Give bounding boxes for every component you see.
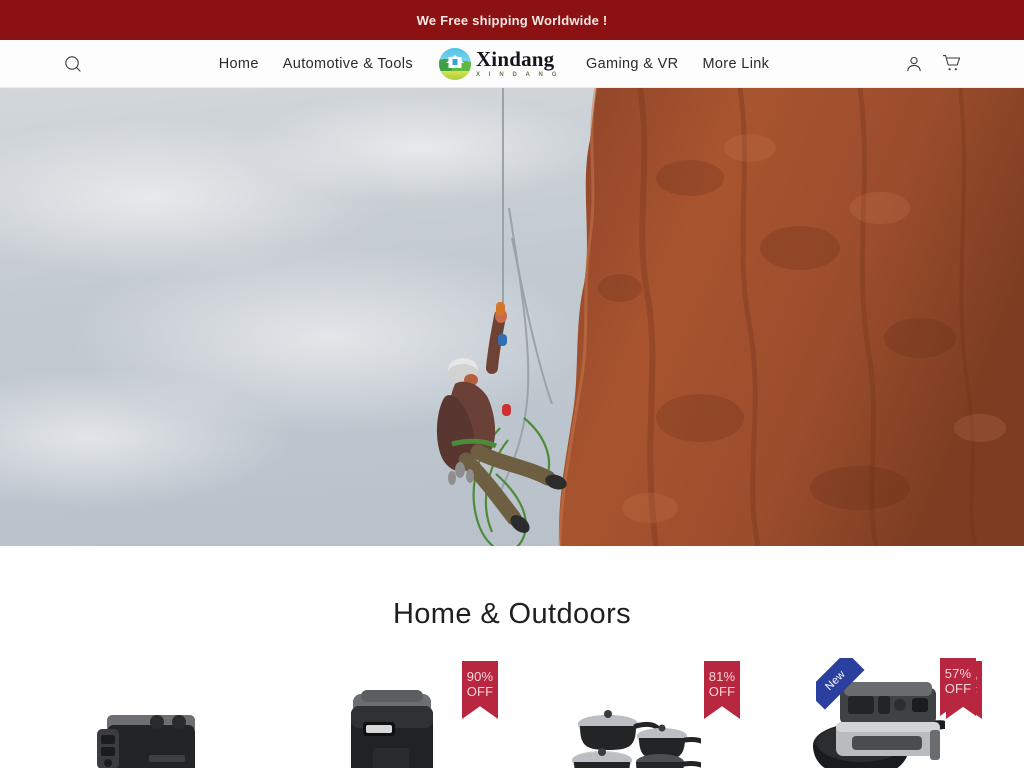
cookware-set-image: [558, 665, 708, 768]
announcement-bar: We Free shipping Worldwide !: [0, 0, 1024, 40]
product-card[interactable]: 90% OFF: [270, 661, 512, 768]
product-card[interactable]: [28, 661, 270, 768]
discount-badge: 57% OFF: [940, 658, 976, 716]
hero-banner[interactable]: [0, 88, 1024, 546]
header-actions: [902, 52, 964, 76]
discount-label: OFF: [708, 684, 736, 699]
discount-badge: 81% OFF: [704, 661, 740, 719]
discount-percent: 57%: [944, 666, 972, 681]
nav-item-more-link[interactable]: More Link: [690, 56, 781, 72]
account-icon[interactable]: [902, 52, 926, 76]
product-card[interactable]: 81% OFF: [512, 661, 754, 768]
discount-percent: 90%: [466, 669, 494, 684]
house-landscape-badge-icon: [438, 47, 471, 80]
cart-icon[interactable]: [940, 52, 964, 76]
announcement-text: We Free shipping Worldwide !: [416, 12, 608, 28]
portable-power-station-image: [74, 665, 224, 768]
power-station-delta-image: [316, 665, 466, 768]
nav-item-gaming-vr[interactable]: Gaming & VR: [574, 56, 691, 72]
nav-item-home[interactable]: Home: [207, 56, 271, 72]
discount-percent: 81%: [708, 669, 736, 684]
site-header: Home Automotive & Tools Xindang X I N D …: [0, 40, 1024, 88]
logo-subtitle: X I N D A N G: [475, 72, 560, 78]
logo-title: Xindang: [475, 47, 555, 71]
discount-badge: 90% OFF: [462, 661, 498, 719]
search-icon[interactable]: [60, 51, 86, 77]
discount-label: OFF: [944, 681, 972, 696]
section-title: Home & Outdoors: [392, 598, 632, 630]
nav-item-automotive-tools[interactable]: Automotive & Tools: [271, 56, 425, 72]
main-navigation: Home Automotive & Tools Xindang X I N D …: [86, 47, 902, 80]
site-logo[interactable]: Xindang X I N D A N G: [425, 47, 574, 80]
hero-image: [0, 88, 1024, 546]
discount-label: OFF: [466, 684, 494, 699]
product-card[interactable]: New 57% OFF: [816, 658, 1024, 768]
